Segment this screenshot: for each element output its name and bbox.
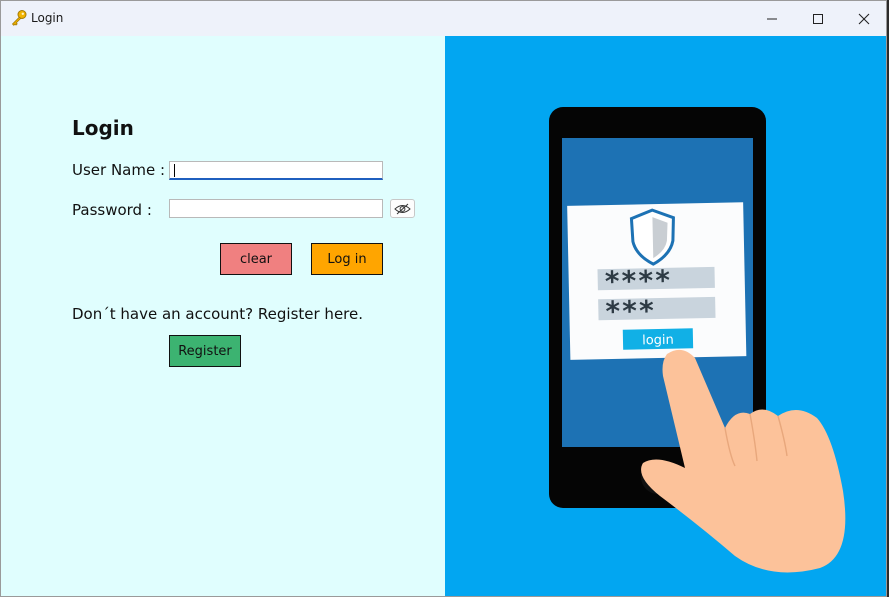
minimize-icon bbox=[767, 18, 777, 19]
close-button[interactable] bbox=[841, 1, 886, 36]
phone-login-illustration: **** *** login bbox=[549, 107, 846, 573]
window-title: Login bbox=[31, 11, 64, 25]
text-caret bbox=[174, 164, 175, 177]
maximize-button[interactable] bbox=[795, 1, 841, 36]
title-bar[interactable]: Login bbox=[1, 1, 886, 36]
key-icon bbox=[11, 10, 27, 26]
close-icon bbox=[858, 13, 870, 24]
card-login-text: login bbox=[642, 333, 674, 349]
show-password-button[interactable] bbox=[390, 199, 415, 218]
username-label: User Name : bbox=[72, 161, 166, 179]
illustration-panel: **** *** login bbox=[445, 36, 886, 596]
login-button[interactable]: Log in bbox=[311, 243, 383, 275]
card-stars-2: *** bbox=[604, 294, 655, 328]
register-button[interactable]: Register bbox=[169, 335, 241, 367]
register-prompt: Don´t have an account? Register here. bbox=[72, 305, 364, 323]
login-window: Login Login User Name : Password : clear… bbox=[0, 0, 887, 597]
username-input[interactable] bbox=[169, 161, 383, 180]
card-stars-1: **** bbox=[603, 264, 671, 298]
eye-slash-icon bbox=[394, 203, 411, 214]
form-heading: Login bbox=[72, 116, 134, 140]
password-label: Password : bbox=[72, 201, 152, 219]
password-input[interactable] bbox=[169, 199, 383, 218]
maximize-icon bbox=[813, 13, 823, 24]
clear-button[interactable]: clear bbox=[220, 243, 292, 275]
login-card: **** *** login bbox=[567, 202, 747, 360]
login-form-panel: Login User Name : Password : clear Log i… bbox=[1, 36, 445, 596]
minimize-button[interactable] bbox=[749, 1, 795, 36]
